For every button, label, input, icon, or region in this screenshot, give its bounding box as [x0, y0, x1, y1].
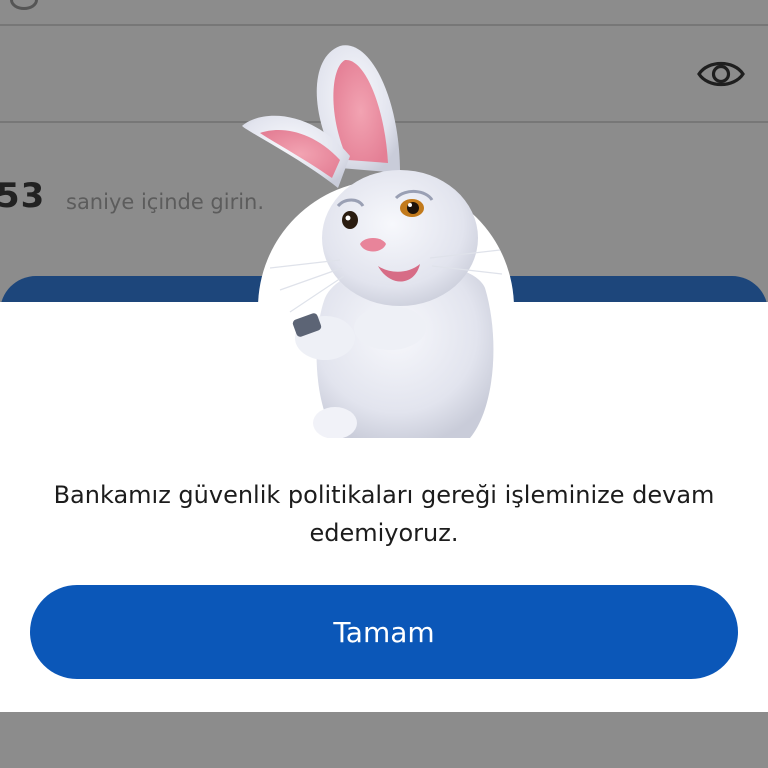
screen: 53 saniye içinde girin. Bankamız güvenli…: [0, 0, 768, 768]
rabbit-mascot-icon: [242, 45, 503, 438]
dialog-message: Bankamız güvenlik politikaları gereği iş…: [53, 481, 715, 547]
overlay-bottom: [0, 712, 768, 768]
partial-icon: [10, 0, 38, 10]
ok-button[interactable]: Tamam: [30, 585, 738, 679]
divider: [0, 24, 768, 26]
countdown-value: 53: [0, 176, 46, 216]
eye-icon[interactable]: [696, 58, 746, 90]
